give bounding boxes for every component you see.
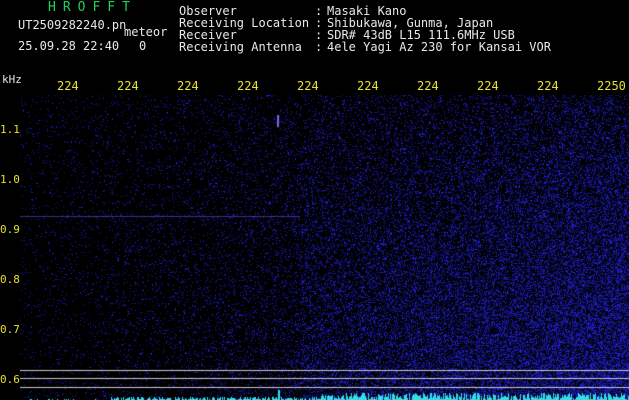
x-tick-label: 224 [117,79,139,93]
y-tick-label: 0.7 [0,323,20,336]
x-tick-label: 224 [237,79,259,93]
x-tick-label: 224 [477,79,499,93]
y-tick-label: 0.9 [0,223,20,236]
x-tick-label: 224 [297,79,319,93]
y-tick-label: 0.8 [0,273,20,286]
x-tick-label: 224 [537,79,559,93]
axis-ticks: 224 224 224 224 224 224 224 224 224 2250 1.1 1.0 0.9… [0,0,629,400]
x-tick-label: 2250 [597,79,626,93]
x-tick-label: 224 [177,79,199,93]
x-tick-label: 224 [357,79,379,93]
y-tick-label: 1.1 [0,123,20,136]
x-tick-label: 224 [57,79,79,93]
y-tick-label: 1.0 [0,173,20,186]
hrofft-screen: HROFFT UT2509282240.pn meteor 25.09.28 2… [0,0,629,400]
x-tick-label: 224 [417,79,439,93]
y-tick-label: 0.6 [0,373,20,386]
